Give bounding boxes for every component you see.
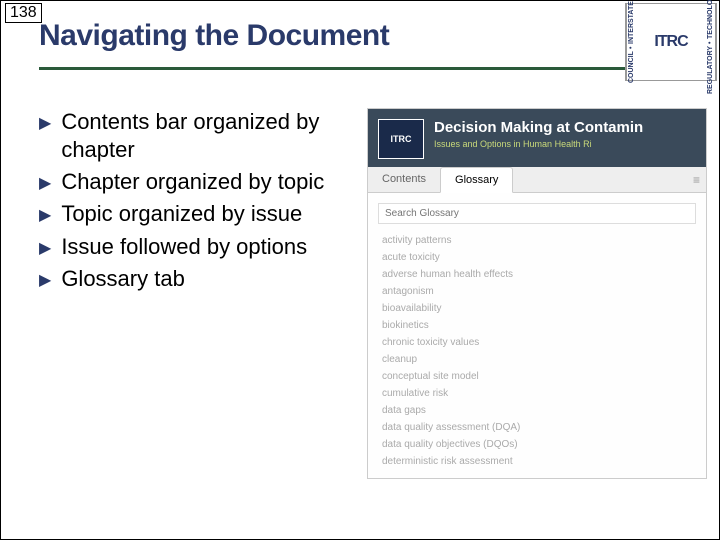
screenshot-tabs: Contents Glossary ≡	[368, 167, 706, 193]
glossary-item[interactable]: adverse human health effects	[382, 266, 692, 283]
hamburger-icon[interactable]: ≡	[693, 173, 700, 187]
bullet-item: ▶Contents bar organized by chapter	[39, 108, 359, 164]
tab-contents[interactable]: Contents	[368, 167, 440, 192]
screenshot-subtitle: Issues and Options in Human Health Ri	[434, 139, 643, 149]
bullet-item: ▶Glossary tab	[39, 265, 359, 293]
itrc-logo: COUNCIL • INTERSTATE ITRC REGULATORY • T…	[625, 3, 717, 81]
screenshot-logo: ITRC	[378, 119, 424, 159]
logo-left-text: COUNCIL • INTERSTATE	[626, 4, 636, 80]
triangle-icon: ▶	[39, 114, 51, 134]
glossary-item[interactable]: biokinetics	[382, 317, 692, 334]
glossary-item[interactable]: data quality assessment (DQA)	[382, 419, 692, 436]
slide-title: Navigating the Document	[39, 19, 719, 53]
glossary-list: activity patterns acute toxicity adverse…	[368, 230, 706, 478]
glossary-item[interactable]: acute toxicity	[382, 249, 692, 266]
triangle-icon: ▶	[39, 239, 51, 259]
screenshot-header: ITRC Decision Making at Contamin Issues …	[368, 109, 706, 167]
glossary-item[interactable]: cleanup	[382, 351, 692, 368]
page-number: 138	[5, 3, 42, 23]
screenshot-title: Decision Making at Contamin	[434, 119, 643, 137]
logo-right-text: REGULATORY • TECHNOLOGY	[706, 4, 716, 80]
bullet-item: ▶Chapter organized by topic	[39, 168, 359, 196]
bullet-list: ▶Contents bar organized by chapter ▶Chap…	[39, 108, 359, 479]
glossary-item[interactable]: deterministic risk assessment	[382, 453, 692, 470]
logo-center-text: ITRC	[636, 4, 706, 80]
slide-header: Navigating the Document COUNCIL • INTERS…	[1, 1, 719, 53]
glossary-item[interactable]: data quality objectives (DQOs)	[382, 436, 692, 453]
glossary-item[interactable]: conceptual site model	[382, 368, 692, 385]
triangle-icon: ▶	[39, 271, 51, 291]
search-input[interactable]	[378, 203, 696, 224]
glossary-item[interactable]: antagonism	[382, 283, 692, 300]
embedded-screenshot: ITRC Decision Making at Contamin Issues …	[367, 108, 707, 479]
triangle-icon: ▶	[39, 206, 51, 226]
triangle-icon: ▶	[39, 174, 51, 194]
glossary-item[interactable]: data gaps	[382, 402, 692, 419]
glossary-item[interactable]: cumulative risk	[382, 385, 692, 402]
glossary-item[interactable]: bioavailability	[382, 300, 692, 317]
search-container	[378, 203, 696, 224]
tab-glossary[interactable]: Glossary	[440, 167, 513, 193]
slide-content: ▶Contents bar organized by chapter ▶Chap…	[1, 70, 719, 479]
glossary-item[interactable]: chronic toxicity values	[382, 334, 692, 351]
bullet-item: ▶Topic organized by issue	[39, 200, 359, 228]
bullet-item: ▶Issue followed by options	[39, 233, 359, 261]
glossary-item[interactable]: activity patterns	[382, 232, 692, 249]
